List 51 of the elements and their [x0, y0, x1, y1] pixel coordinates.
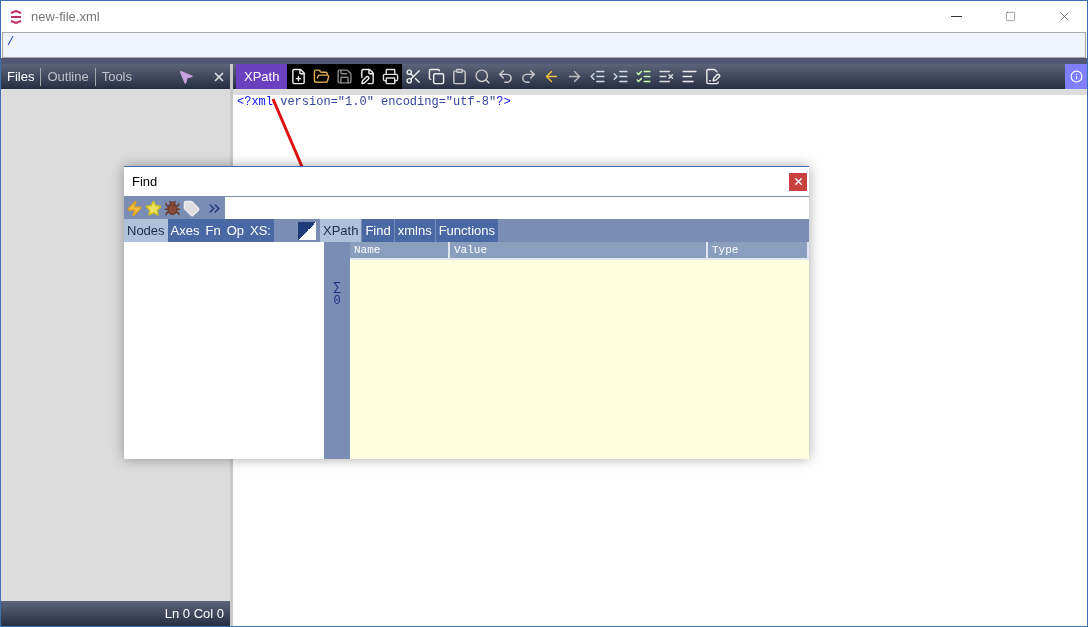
maximize-icon — [1004, 11, 1016, 22]
dialog-tab[interactable]: Nodes — [124, 219, 168, 242]
dialog-tab[interactable]: xmlns — [394, 219, 435, 242]
toggle-icon[interactable] — [297, 221, 316, 240]
bug-icon[interactable] — [164, 199, 181, 217]
save-icon — [336, 68, 354, 85]
info-icon — [1069, 70, 1083, 83]
close-icon — [792, 176, 804, 187]
dialog-close-button[interactable] — [789, 172, 807, 191]
indent-icon — [612, 68, 630, 85]
sidebar-tab[interactable]: Files — [1, 67, 41, 86]
xpath-button[interactable]: XPath — [236, 64, 288, 89]
app-logo-icon — [9, 9, 23, 24]
info-button[interactable] — [1065, 64, 1087, 89]
list-remove-icon — [658, 68, 676, 85]
undo-icon — [497, 68, 515, 85]
result-count: 0 — [333, 294, 341, 308]
path-field[interactable]: / — [2, 32, 1086, 58]
search-icon — [474, 68, 492, 85]
printer-icon — [382, 68, 400, 85]
dialog-tab[interactable]: XS: — [247, 219, 274, 242]
copy-icon — [428, 68, 446, 85]
document-brush-icon — [704, 68, 722, 85]
dialog-tab[interactable]: Axes — [167, 219, 203, 242]
dialog-tab[interactable]: Op — [223, 219, 247, 242]
outdent-icon — [589, 68, 607, 85]
dialog-tab[interactable]: Find — [362, 219, 394, 242]
minimize-icon — [950, 16, 962, 17]
edit-file-icon — [359, 68, 377, 85]
redo-icon — [520, 68, 538, 85]
align-left-icon — [681, 68, 699, 85]
dialog-tab[interactable]: Fn — [202, 219, 224, 242]
dialog-tab[interactable]: Functions — [435, 219, 498, 242]
folder-open-icon — [313, 68, 331, 85]
list-check-icon — [635, 68, 653, 85]
dialog-title: Find — [132, 174, 159, 189]
sum-symbol: ∑ — [333, 280, 341, 294]
sidebar-tab[interactable]: Tools — [94, 67, 138, 86]
folder-open-button[interactable] — [310, 64, 334, 89]
star-icon[interactable] — [145, 199, 162, 217]
paste-icon — [451, 68, 469, 85]
file-plus-button[interactable] — [287, 64, 311, 89]
file-plus-icon — [290, 68, 308, 85]
tag-icon[interactable] — [183, 199, 200, 217]
cursor-position: Ln 0 Col 0 — [164, 606, 224, 621]
dialog-tab[interactable]: XPath — [319, 219, 362, 242]
printer-button[interactable] — [379, 64, 403, 89]
cut-icon — [405, 68, 423, 85]
window-title: new-file.xml — [31, 9, 101, 24]
sidebar-tab[interactable]: Outline — [40, 67, 95, 86]
code-line: <?xml version="1.0" encoding="utf-8"?> — [236, 95, 512, 109]
